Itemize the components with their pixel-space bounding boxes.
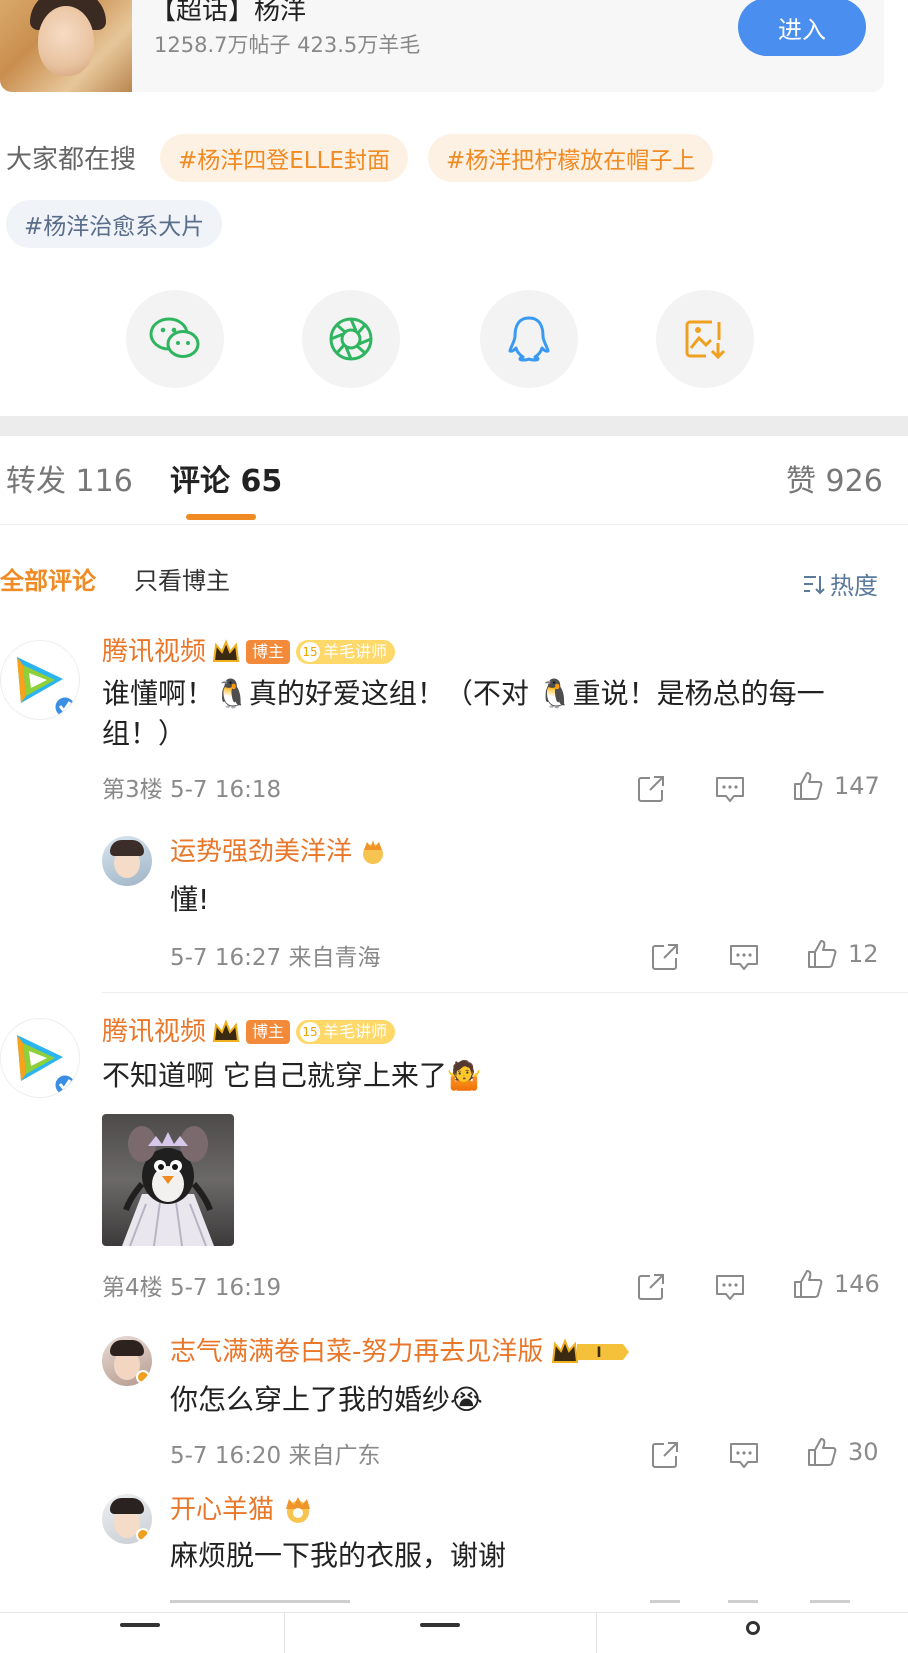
comment-icon	[730, 1443, 758, 1468]
comment-bar-button[interactable]	[420, 1623, 460, 1653]
filter-all-comments[interactable]: 全部评论	[0, 564, 96, 598]
crown-icon	[212, 1019, 240, 1042]
reply-text: 麻烦脱一下我的衣服，谢谢	[170, 1539, 507, 1572]
comment-text: 不知道啊 它自己就穿上来了🤷	[102, 1059, 482, 1092]
comment-floor-time: 第3楼 5-7 16:18	[102, 777, 282, 803]
sort-label: 热度	[830, 572, 878, 600]
tencent-video-logo	[17, 1035, 78, 1097]
repost-icon	[652, 944, 678, 970]
reply-username[interactable]: 开心羊猫	[170, 1492, 274, 1528]
reply-button[interactable]	[714, 1272, 746, 1306]
filter-blogger-only[interactable]: 只看博主	[134, 564, 230, 598]
like-bar-button[interactable]	[730, 1621, 770, 1651]
comment-username[interactable]: 腾讯视频	[102, 1014, 206, 1050]
comment-divider	[102, 992, 908, 993]
repost-icon	[638, 776, 664, 802]
like-count: 146	[834, 1270, 880, 1298]
like-button[interactable]: 30	[806, 1436, 879, 1468]
crown-icon	[212, 639, 240, 662]
wechat-share-button[interactable]	[126, 290, 224, 388]
repost-bar-button[interactable]	[120, 1623, 160, 1653]
tab-divider	[0, 524, 908, 525]
repost-button[interactable]	[636, 774, 666, 808]
sort-icon	[804, 575, 825, 594]
crown-icon	[286, 1497, 311, 1523]
reply-button[interactable]	[728, 942, 760, 976]
comment-username[interactable]: 腾讯视频	[102, 634, 206, 670]
reply-text: 懂!	[170, 883, 210, 916]
topic-title: 【超话】杨洋	[150, 0, 307, 26]
blogger-badge: 博主	[246, 1020, 291, 1044]
moments-icon	[329, 317, 373, 361]
reply-username[interactable]: 运势强劲美洋洋	[170, 834, 352, 870]
enter-button[interactable]: 进入	[738, 0, 866, 56]
comment-floor-time: 第4楼 5-7 16:19	[102, 1275, 282, 1301]
like-count: 12	[848, 940, 879, 968]
search-tag[interactable]: #杨洋治愈系大片	[6, 200, 223, 248]
moments-share-button[interactable]	[302, 290, 400, 388]
tab-repost[interactable]: 转发 116	[6, 462, 133, 502]
member-badge-icon: I	[552, 1338, 630, 1363]
sort-by-heat[interactable]: 热度	[802, 566, 878, 601]
tencent-video-logo	[17, 657, 78, 719]
repost-icon	[638, 1274, 664, 1300]
like-button[interactable]: 147	[792, 770, 880, 802]
search-label: 大家都在搜	[6, 145, 137, 175]
thumbs-up-icon	[794, 1270, 823, 1298]
like-button[interactable]: 146	[792, 1268, 880, 1300]
save-image-icon	[685, 320, 726, 360]
comment-icon	[730, 945, 758, 970]
repost-icon	[652, 1442, 678, 1468]
thumbs-up-icon	[808, 940, 837, 968]
tab-comment[interactable]: 评论 65	[170, 462, 282, 502]
search-tag[interactable]: #杨洋把柠檬放在帽子上	[428, 134, 714, 182]
topic-cover-image	[0, 0, 132, 92]
like-count: 30	[848, 1438, 879, 1466]
topic-stats: 1258.7万帖子 423.5万羊毛	[154, 33, 421, 57]
save-image-button[interactable]	[656, 290, 754, 388]
crown-icon	[363, 840, 384, 864]
avatar[interactable]	[0, 640, 80, 720]
reply-avatar[interactable]	[102, 836, 152, 886]
comment-icon	[716, 777, 744, 802]
repost-button[interactable]	[636, 1272, 666, 1306]
comment-image[interactable]	[102, 1114, 234, 1246]
active-tab-indicator	[186, 514, 256, 520]
like-count: 147	[834, 772, 880, 800]
reply-meta: 5-7 16:27 来自青海	[170, 945, 381, 971]
search-tag[interactable]: #杨洋四登ELLE封面	[160, 134, 408, 182]
fan-level-badge: 15 羊毛讲师	[296, 1020, 396, 1044]
reply-avatar[interactable]	[102, 1336, 152, 1386]
wechat-icon	[149, 317, 200, 358]
section-divider	[0, 416, 908, 436]
comment-icon	[716, 1275, 744, 1300]
blogger-badge: 博主	[246, 640, 291, 664]
avatar[interactable]	[0, 1018, 80, 1098]
fan-level-badge: 15 羊毛讲师	[296, 640, 396, 664]
thumbs-up-icon	[794, 772, 823, 800]
reply-avatar[interactable]	[102, 1494, 152, 1544]
reply-button[interactable]	[714, 774, 746, 808]
bottom-action-bar	[0, 1612, 908, 1653]
qq-icon	[508, 316, 550, 362]
penguin-bride-image	[122, 1126, 214, 1246]
thumbs-up-icon	[808, 1438, 837, 1466]
repost-button[interactable]	[650, 1440, 680, 1474]
repost-button[interactable]	[650, 942, 680, 976]
like-button[interactable]: 12	[806, 938, 879, 970]
reply-username[interactable]: 志气满满卷白菜-努力再去见洋版	[170, 1334, 543, 1370]
svg-text:I: I	[597, 1345, 602, 1361]
comment-text: 谁懂啊！🐧真的好爱这组！（不对 🐧重说！是杨总的每一组！）	[102, 677, 825, 750]
reply-text: 你怎么穿上了我的婚纱😭	[170, 1383, 483, 1416]
reply-meta: 5-7 16:20 来自广东	[170, 1443, 381, 1469]
truncated-meta-row	[170, 1600, 870, 1612]
tab-like[interactable]: 赞 926	[786, 462, 883, 502]
qq-share-button[interactable]	[480, 290, 578, 388]
reply-button[interactable]	[728, 1440, 760, 1474]
